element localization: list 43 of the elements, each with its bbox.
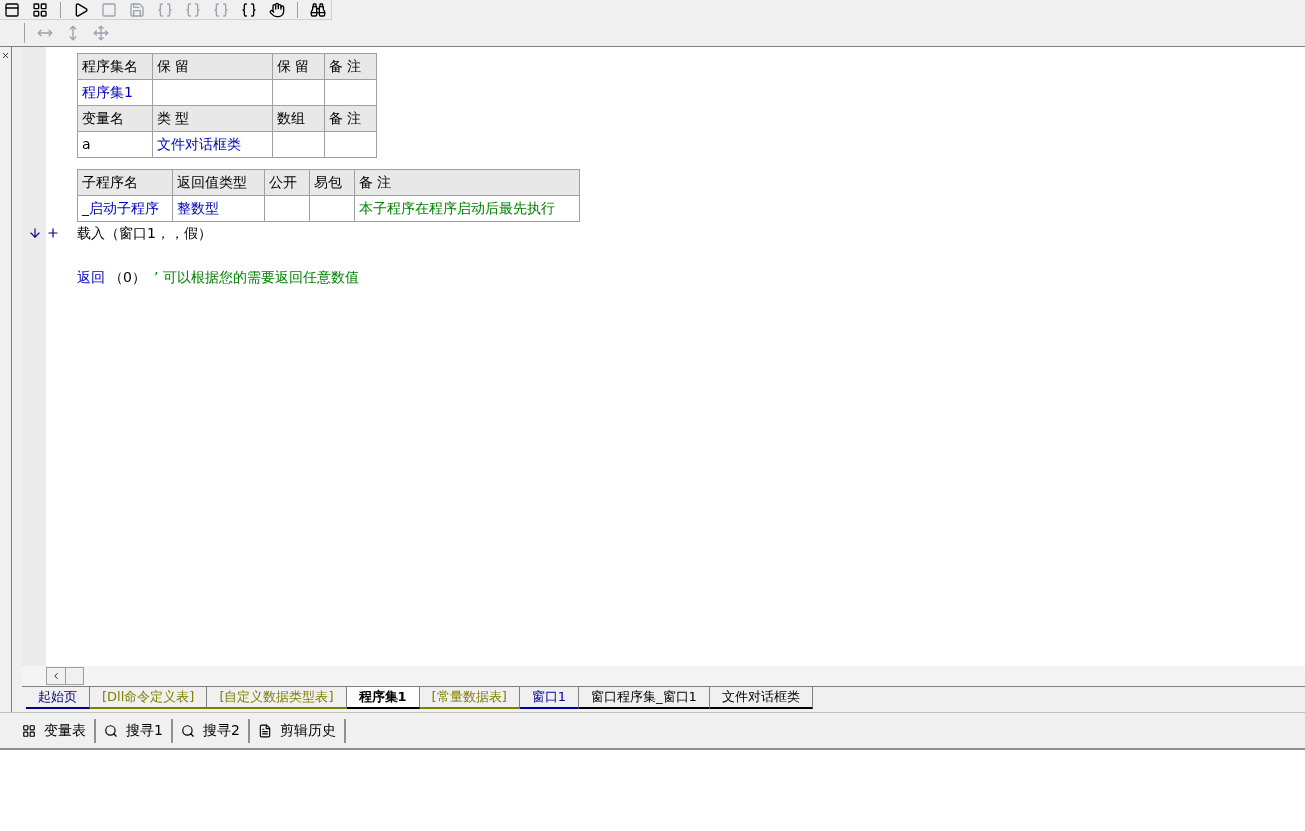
table-cell: 本子程序在程序启动后最先执行 [354,195,580,222]
document-tab[interactable]: 窗口程序集_窗口1 [579,687,710,709]
column-header: 公开 [264,169,310,196]
grid-icon [22,723,36,738]
table-cell: a [77,131,153,158]
scroll-left-icon[interactable] [47,668,65,684]
scroll-thumb[interactable] [65,668,83,684]
column-header: 子程序名 [77,169,173,196]
column-header: 备 注 [354,169,580,196]
column-header: 易包 [309,169,355,196]
table-cell: _启动子程序 [77,195,173,222]
horizontal-scrollbar[interactable] [46,667,84,685]
code-argument: （0） [109,267,146,287]
arrow-down-icon [28,226,42,240]
panel-tab[interactable]: 变量表 [14,718,96,743]
document-tab[interactable]: 窗口1 [519,687,580,709]
document-tab[interactable]: 起始页 [26,687,90,709]
table-cell: 程序集1 [77,79,153,106]
code-comment: ’ 可以根据您的需要返回任意数值 [153,267,359,287]
document-tab[interactable]: 文件对话框类 [709,687,813,709]
search-icon [104,723,118,738]
table-cell: 文件对话框类 [152,131,273,158]
column-header: 保 留 [152,53,273,80]
column-header: 程序集名 [77,53,153,80]
plus-icon [46,226,60,240]
code-line: 载入（窗口1，，假） [76,223,212,243]
panel-tab[interactable]: 剪辑历史 [249,718,346,743]
document-tab[interactable]: [常量数据表] [419,687,520,709]
column-header: 返回值类型 [172,169,265,196]
table-cell: 整数型 [172,195,265,222]
document-tab[interactable]: [Dll命令定义表] [90,687,208,709]
close-icon[interactable] [1,51,10,60]
search-icon [180,723,195,738]
code-keyword: 返回 [76,267,105,287]
column-header: 类 型 [152,105,273,132]
document-icon [257,723,272,738]
column-header: 备 注 [324,53,377,80]
column-header: 保 留 [272,53,325,80]
document-tab[interactable]: 程序集1 [346,687,420,709]
panel-tab[interactable]: 搜寻2 [172,718,250,743]
column-header: 变量名 [77,105,153,132]
document-tab[interactable]: [自定义数据类型表] [207,687,347,709]
panel-tab[interactable]: 搜寻1 [96,718,173,743]
